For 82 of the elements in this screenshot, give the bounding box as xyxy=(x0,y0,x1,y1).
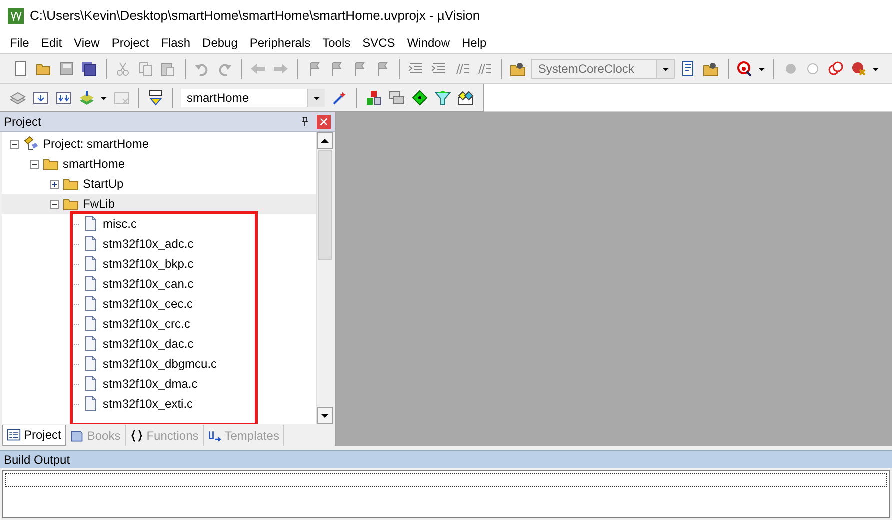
window-title: C:\Users\Kevin\Desktop\smartHome\smartHome\smartHome.uvprojx - µVision xyxy=(30,7,480,26)
file-icon xyxy=(83,356,99,372)
braces-icon xyxy=(130,428,144,442)
save-icon[interactable] xyxy=(58,60,75,76)
menu-item[interactable]: SVCS xyxy=(356,34,402,52)
file-icon xyxy=(83,376,99,392)
windows-icon[interactable] xyxy=(388,90,404,106)
file-icon xyxy=(83,396,99,412)
build-icon[interactable] xyxy=(56,90,72,106)
menu-item[interactable]: View xyxy=(68,34,106,52)
tree-item-label[interactable]: stm32f10x_dma.c xyxy=(103,375,198,393)
scroll-thumb[interactable] xyxy=(318,150,332,260)
file-icon xyxy=(83,256,99,272)
find-in-files-icon[interactable] xyxy=(703,60,720,76)
tree-item-label[interactable]: stm32f10x_dac.c xyxy=(103,335,194,353)
tree-item-label[interactable]: stm32f10x_can.c xyxy=(103,275,194,293)
menu-item[interactable]: Help xyxy=(456,34,493,52)
tree-item-label[interactable]: stm32f10x_crc.c xyxy=(103,315,190,333)
menu-item[interactable]: Window xyxy=(401,34,456,52)
expander-icon[interactable] xyxy=(50,200,59,208)
diamonds-icon[interactable] xyxy=(458,90,474,106)
scroll-down-button[interactable] xyxy=(317,407,333,424)
layers-icon[interactable] xyxy=(10,90,26,106)
book-icon xyxy=(70,428,84,442)
indent-icon[interactable] xyxy=(431,60,447,76)
blocks-icon[interactable] xyxy=(366,90,382,106)
indent-icon[interactable] xyxy=(408,60,424,76)
pin-icon[interactable] xyxy=(299,116,311,128)
file-icon xyxy=(83,296,99,312)
close-icon xyxy=(320,118,328,126)
file-icon xyxy=(83,316,99,332)
scroll-up-button[interactable] xyxy=(317,132,333,149)
tree-item-label[interactable]: StartUp xyxy=(83,175,124,193)
app-logo-icon xyxy=(8,8,24,24)
target-combo[interactable]: smartHome xyxy=(180,88,326,108)
tree-item-label[interactable]: smartHome xyxy=(63,155,126,173)
file-icon xyxy=(83,216,99,232)
file-icon xyxy=(83,336,99,352)
menu-item[interactable]: File xyxy=(4,34,36,52)
list-icon xyxy=(7,428,21,442)
panel-title: Project xyxy=(4,114,42,130)
scrollbar[interactable] xyxy=(316,132,333,424)
file-icon xyxy=(83,276,99,292)
close-button[interactable] xyxy=(317,114,331,128)
tree-item-label[interactable]: stm32f10x_bkp.c xyxy=(103,255,194,273)
expander-icon[interactable] xyxy=(30,160,39,168)
up-arrow-icon xyxy=(321,136,329,144)
breakpoints-icon[interactable] xyxy=(828,60,844,76)
menu-item[interactable]: Debug xyxy=(196,34,244,52)
tree-item-label[interactable]: FwLib xyxy=(83,195,116,213)
menu-item[interactable]: Project xyxy=(106,34,156,52)
find-in-files-icon[interactable] xyxy=(510,60,526,76)
tree-item-label[interactable]: stm32f10x_cec.c xyxy=(103,295,194,313)
tree-item-label[interactable]: stm32f10x_exti.c xyxy=(103,395,194,413)
download-icon[interactable] xyxy=(148,90,164,106)
project-icon xyxy=(23,136,39,152)
menu-item[interactable]: Peripherals xyxy=(244,34,317,52)
tree-item-label[interactable]: stm32f10x_adc.c xyxy=(103,235,194,253)
file-icon xyxy=(83,236,99,252)
debug-session-icon[interactable] xyxy=(736,60,753,76)
expander-icon[interactable] xyxy=(50,180,59,188)
panel-title: Build Output xyxy=(4,452,70,468)
menu-item[interactable]: Tools xyxy=(316,34,357,52)
selected-row[interactable]: FwLib xyxy=(2,194,316,214)
batch-build-icon[interactable] xyxy=(78,90,94,106)
template-icon xyxy=(208,428,222,442)
save-all-icon[interactable] xyxy=(81,60,98,76)
down-arrow-icon xyxy=(321,412,329,420)
magic-wand-icon[interactable] xyxy=(332,90,348,106)
diamond-icon[interactable] xyxy=(412,90,428,106)
panel-tab[interactable]: Project xyxy=(2,425,66,446)
clear-breakpoints-icon[interactable] xyxy=(850,60,867,76)
expander-icon[interactable] xyxy=(10,140,19,148)
new-file-icon[interactable] xyxy=(13,60,30,76)
paste-icon[interactable] xyxy=(160,60,176,76)
tree-item-label[interactable]: Project: smartHome xyxy=(43,135,150,153)
menu-item[interactable]: Flash xyxy=(155,34,197,52)
tree-item-label[interactable]: stm32f10x_dbgmcu.c xyxy=(103,355,218,373)
menu-item[interactable]: Edit xyxy=(35,34,68,52)
compile-icon[interactable] xyxy=(32,90,48,106)
funnel-icon[interactable] xyxy=(434,90,450,106)
tree-item-label[interactable]: misc.c xyxy=(103,215,137,233)
